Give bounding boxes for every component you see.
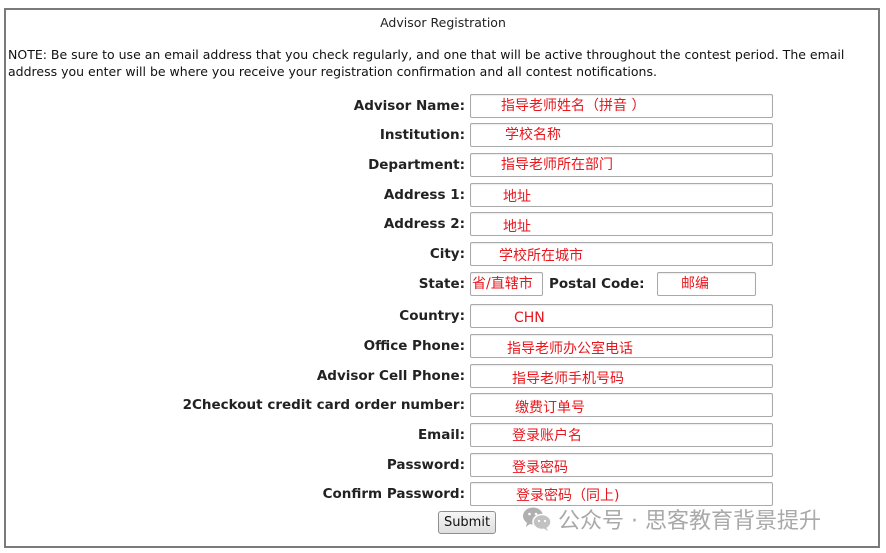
cell-phone-label: Advisor Cell Phone: (316, 368, 465, 384)
email-label: Email: (417, 427, 465, 443)
city-label: City: (429, 246, 465, 262)
address1-input[interactable]: 地址 (470, 183, 773, 207)
institution-input[interactable]: 学校名称 (470, 123, 773, 147)
city-input[interactable]: 学校所在城市 (470, 242, 773, 266)
country-label: Country: (399, 308, 465, 324)
address2-input[interactable]: 地址 (470, 212, 773, 236)
address2-label: Address 2: (383, 216, 465, 232)
department-input[interactable]: 指导老师所在部门 (470, 153, 773, 177)
wechat-icon (522, 506, 552, 532)
confirm-password-label: Confirm Password: (322, 486, 465, 502)
page-title: Advisor Registration (380, 15, 506, 30)
postal-code-input[interactable]: 邮编 (657, 272, 756, 296)
postal-code-label: Postal Code: (549, 276, 645, 292)
state-input[interactable]: 省/直辖市 (470, 272, 543, 296)
password-input[interactable]: 登录密码 (470, 453, 773, 477)
submit-button[interactable]: Submit (438, 511, 496, 534)
advisor-name-input[interactable]: 指导老师姓名（拼音 ） (470, 94, 773, 118)
office-phone-input[interactable]: 指导老师办公室电话 (470, 334, 773, 358)
watermark-text: 公众号 · 思客教育背景提升 (558, 509, 821, 534)
advisor-name-label: Advisor Name: (353, 98, 465, 114)
watermark: 公众号 · 思客教育背景提升 (522, 503, 821, 535)
address1-label: Address 1: (383, 187, 465, 203)
country-input[interactable]: CHN (470, 304, 773, 328)
password-label: Password: (386, 457, 465, 473)
institution-label: Institution: (379, 127, 465, 143)
department-label: Department: (368, 157, 465, 173)
order-number-label: 2Checkout credit card order number: (182, 397, 465, 413)
email-input[interactable]: 登录账户名 (470, 423, 773, 447)
state-label: State: (418, 276, 465, 292)
order-number-input[interactable]: 缴费订单号 (470, 393, 773, 417)
cell-phone-input[interactable]: 指导老师手机号码 (470, 364, 773, 388)
office-phone-label: Office Phone: (363, 338, 465, 354)
email-note: NOTE: Be sure to use an email address th… (8, 47, 845, 79)
